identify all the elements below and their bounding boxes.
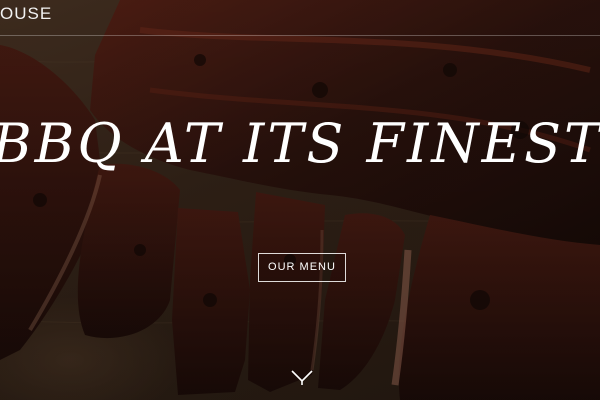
site-logo-text[interactable]: OUSE — [0, 4, 52, 24]
header-divider — [0, 35, 600, 36]
hero-headline: BBQ AT ITS FINEST — [0, 112, 600, 175]
chevron-down-icon[interactable] — [290, 368, 314, 386]
hero-dark-overlay — [0, 0, 600, 400]
our-menu-button[interactable]: OUR MENU — [258, 253, 346, 282]
hero-section: OUSE BBQ AT ITS FINEST OUR MENU — [0, 0, 600, 400]
